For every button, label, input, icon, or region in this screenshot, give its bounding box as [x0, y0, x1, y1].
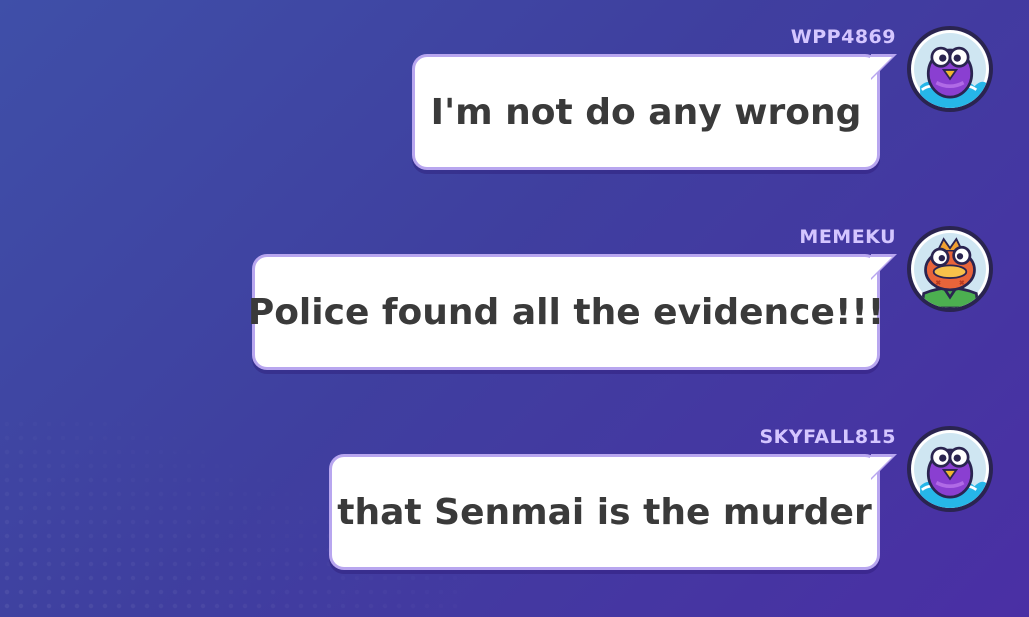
message-bubble: that Senmai is the murder [332, 454, 897, 567]
username-label: SKYFALL815 [759, 426, 896, 448]
username-label: WPP4869 [790, 26, 896, 48]
message-bubble: Police found all the evidence!!! [248, 254, 897, 367]
purple-bird-avatar-icon[interactable] [907, 426, 993, 512]
message-text: that Senmai is the murder [337, 491, 872, 533]
message-text: Police found all the evidence!!! [247, 291, 885, 333]
purple-bird-avatar-icon[interactable] [907, 26, 993, 112]
message-bubble: I'm not do any wrong [415, 54, 897, 167]
orange-fish-avatar-icon[interactable] [907, 226, 993, 312]
message-text: I'm not do any wrong [430, 91, 862, 133]
username-label: MEMEKU [799, 226, 896, 248]
